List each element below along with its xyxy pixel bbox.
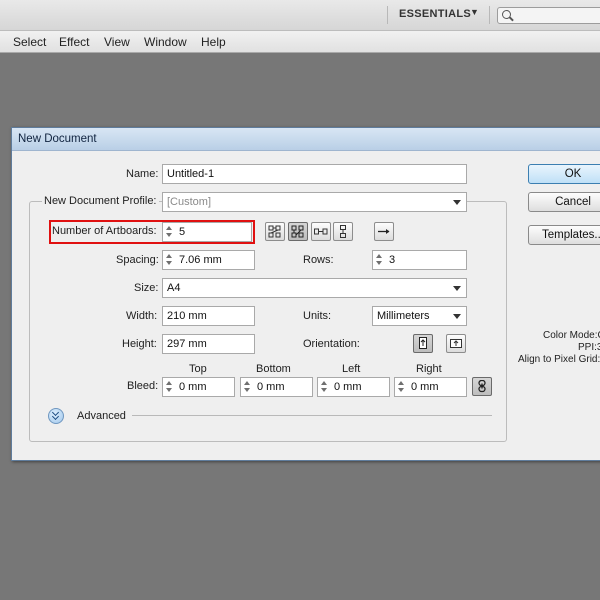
name-value: Untitled-1 [167,168,215,180]
menu-select[interactable]: Select [13,35,46,49]
size-label: Size: [134,282,159,294]
stepper-arrows-icon[interactable] [165,225,174,239]
spacing-label: Spacing: [116,254,159,266]
landscape-icon[interactable] [446,334,466,353]
chevron-down-icon [453,286,461,291]
bleed-bottom-value: 0 mm [257,381,285,393]
units-value: Millimeters [377,310,430,322]
width-label: Width: [126,310,158,322]
width-value: 210 mm [167,310,207,322]
chevron-down-icon[interactable]: ▼ [470,7,479,17]
link-bleed-icon[interactable] [472,377,492,396]
separator [387,6,388,24]
dialog-title: New Document [18,133,97,145]
chevron-down-icon [453,314,461,319]
stepper-arrows-icon[interactable] [397,380,406,394]
units-label: Units: [303,310,332,322]
spacing-value: 7.06 mm [179,254,222,266]
bleed-bottom-stepper[interactable]: 0 mm [240,377,313,397]
search-input[interactable] [497,7,600,24]
artboards-stepper[interactable]: 5 [162,222,252,242]
stepper-arrows-icon[interactable] [165,380,174,394]
profile-value: [Custom] [167,196,212,208]
artboards-label: Number of Artboards: [52,225,157,237]
orientation-label: Orientation: [303,338,360,350]
ok-button[interactable]: OK [528,164,600,184]
stepper-arrows-icon[interactable] [165,253,174,267]
workspace-switcher-label[interactable]: ESSENTIALS [399,8,471,20]
expand-advanced-icon[interactable] [48,408,64,424]
menu-effect[interactable]: Effect [59,35,89,49]
separator [132,415,492,416]
rows-stepper[interactable]: 3 [372,250,467,270]
menu-help[interactable]: Help [201,35,226,49]
cancel-button[interactable]: Cancel [528,192,600,212]
chevron-down-icon [453,200,461,205]
arrange-by-column-icon[interactable] [333,222,353,241]
bleed-left-value: 0 mm [334,381,362,393]
advanced-label[interactable]: Advanced [77,410,126,422]
bleed-top-value: 0 mm [179,381,207,393]
height-value: 297 mm [167,338,207,350]
stepper-arrows-icon[interactable] [243,380,252,394]
profile-label: New Document Profile: [42,195,159,207]
name-label: Name: [126,168,159,180]
artboards-value: 5 [179,226,186,238]
height-field[interactable]: 297 mm [162,334,255,354]
bleed-top-stepper[interactable]: 0 mm [162,377,235,397]
bleed-right-label: Right [416,363,442,375]
units-select[interactable]: Millimeters [372,306,467,326]
search-icon [502,10,511,19]
bleed-bottom-label: Bottom [256,363,291,375]
portrait-icon[interactable] [413,334,433,353]
stepper-arrows-icon[interactable] [320,380,329,394]
right-to-left-icon[interactable] [374,222,394,241]
menu-window[interactable]: Window [144,35,187,49]
bleed-top-label: Top [189,363,207,375]
name-field[interactable]: Untitled-1 [162,164,467,184]
templates-button[interactable]: Templates... [528,225,600,245]
bleed-right-value: 0 mm [411,381,439,393]
profile-select[interactable]: [Custom] [162,192,467,212]
application-bar: ESSENTIALS ▼ [0,0,600,31]
width-field[interactable]: 210 mm [162,306,255,326]
separator [489,6,490,24]
stepper-arrows-icon[interactable] [375,253,384,267]
dialog-titlebar[interactable]: New Document [12,128,600,151]
grid-by-column-icon[interactable] [288,222,308,241]
bleed-left-label: Left [342,363,361,375]
rows-value: 3 [389,254,396,266]
bleed-left-stepper[interactable]: 0 mm [317,377,390,397]
new-document-dialog: New Document Name: Untitled-1 New Docume… [11,127,600,461]
height-label: Height: [122,338,157,350]
grid-by-row-icon[interactable] [265,222,285,241]
menu-bar: Select Effect View Window Help [0,31,600,53]
rows-label: Rows: [303,254,334,266]
spacing-stepper[interactable]: 7.06 mm [162,250,255,270]
color-mode-info: Color Mode:C [543,330,600,341]
pixel-grid-info: Align to Pixel Grid:N [518,354,600,365]
size-select[interactable]: A4 [162,278,467,298]
bleed-right-stepper[interactable]: 0 mm [394,377,467,397]
size-value: A4 [167,282,181,294]
ppi-info: PPI:3 [578,342,600,353]
arrange-by-row-icon[interactable] [311,222,331,241]
bleed-label: Bleed: [127,380,159,392]
menu-view[interactable]: View [104,35,130,49]
